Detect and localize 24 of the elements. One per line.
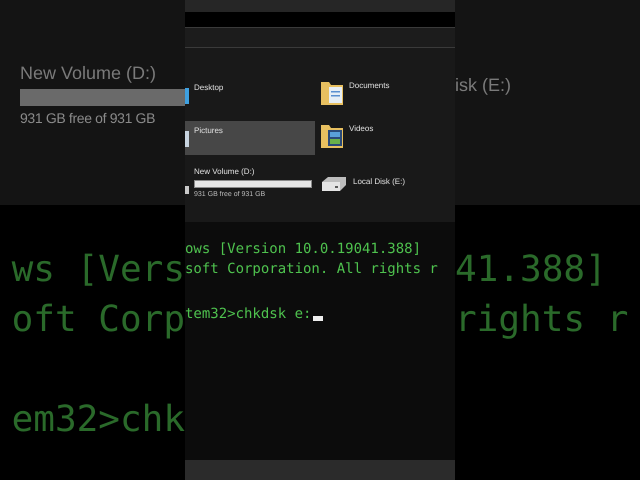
- item-label: Local Disk (E:): [353, 176, 406, 188]
- item-label: New Volume (D:): [194, 166, 256, 178]
- terminal-prompt: tem32>chkdsk e:: [185, 305, 312, 324]
- item-label: Videos: [349, 123, 374, 135]
- text-cursor: [313, 316, 324, 321]
- terminal-text: 41.388]: [455, 248, 608, 292]
- folder-item[interactable]: Videos: [315, 121, 455, 155]
- drive-label: isk (E:): [455, 74, 512, 97]
- hard-drive-icon: [320, 176, 348, 192]
- drive-label: New Volume (D:): [20, 62, 158, 85]
- folder-item[interactable]: Documents: [315, 78, 455, 114]
- drive-item[interactable]: Local Disk (E:): [315, 162, 455, 208]
- terminal-text: ws [Vers: [12, 248, 185, 292]
- terminal-text: ows [Version 10.0.19041.388]: [185, 240, 422, 259]
- folder-item[interactable]: Pictures: [185, 121, 315, 155]
- item-label: Documents: [349, 80, 390, 92]
- item-label: Pictures: [194, 125, 223, 137]
- drive-space-text: 931 GB free of 931 GB: [20, 109, 156, 128]
- item-label: Desktop: [194, 82, 224, 94]
- terminal-text: oft Corp: [12, 298, 185, 342]
- terminal-text: rights r: [455, 298, 630, 342]
- terminal-prompt: em32>chk: [12, 398, 185, 442]
- folder-item[interactable]: Desktop: [185, 78, 315, 114]
- terminal-text: soft Corporation. All rights r: [185, 260, 439, 279]
